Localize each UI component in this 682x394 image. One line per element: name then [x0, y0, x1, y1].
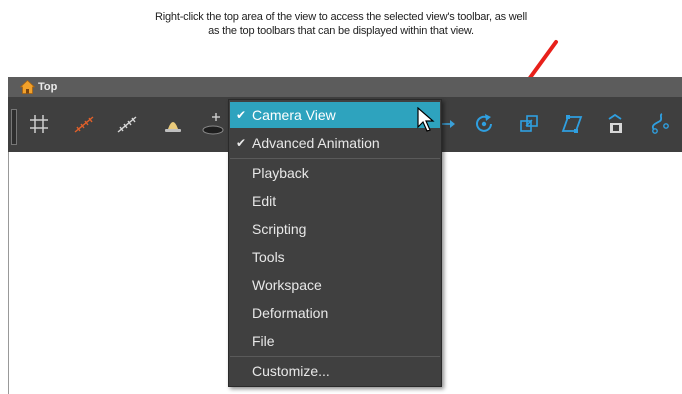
menu-item-label: Scripting — [252, 221, 307, 237]
menu-item-tools[interactable]: Tools — [230, 244, 440, 270]
menu-item-scripting[interactable]: Scripting — [230, 216, 440, 242]
mouse-cursor-icon — [417, 107, 435, 132]
add-drawing-icon[interactable] — [200, 111, 226, 137]
menu-item-edit[interactable]: Edit — [230, 188, 440, 214]
rotate-icon[interactable] — [471, 111, 497, 137]
skew-icon[interactable] — [559, 111, 585, 137]
checkmark-icon: ✔ — [236, 108, 247, 122]
flip-icon[interactable] — [602, 111, 628, 137]
menu-item-workspace[interactable]: Workspace — [230, 272, 440, 298]
morph-icon[interactable] — [647, 111, 673, 137]
checkmark-icon: ✔ — [236, 136, 247, 150]
menu-item-playback[interactable]: Playback — [230, 160, 440, 186]
menu-item-label: Edit — [252, 193, 277, 209]
menu-item-camera-view[interactable]: ✔ Camera View — [230, 102, 440, 128]
menu-item-deformation[interactable]: Deformation — [230, 300, 440, 326]
menu-item-label: Workspace — [252, 277, 322, 293]
toolbar-context-menu: ✔ Camera View ✔ Advanced Animation Playb… — [228, 99, 442, 387]
menu-item-label: Tools — [252, 249, 285, 265]
toolbar-grip-handle[interactable] — [11, 109, 17, 145]
view-title-bar[interactable]: Top — [8, 77, 682, 97]
menu-item-label: Customize... — [252, 363, 330, 379]
grid-icon[interactable] — [26, 111, 52, 137]
menu-separator — [230, 158, 440, 159]
light-table-icon[interactable] — [160, 111, 186, 137]
scale-icon[interactable] — [516, 111, 542, 137]
menu-item-advanced-animation[interactable]: ✔ Advanced Animation — [230, 130, 440, 156]
menu-item-label: Deformation — [252, 305, 329, 321]
menu-item-label: File — [252, 333, 275, 349]
menu-item-customize[interactable]: Customize... — [230, 358, 440, 384]
menu-separator — [230, 356, 440, 357]
onion-skin-white-icon[interactable] — [114, 111, 140, 137]
menu-item-label: Camera View — [252, 107, 336, 123]
menu-item-label: Playback — [252, 165, 309, 181]
view-title: Top — [38, 81, 58, 93]
menu-item-file[interactable]: File — [230, 328, 440, 354]
menu-item-label: Advanced Animation — [252, 135, 380, 151]
onion-skin-red-icon[interactable] — [71, 111, 97, 137]
home-icon — [20, 80, 35, 94]
